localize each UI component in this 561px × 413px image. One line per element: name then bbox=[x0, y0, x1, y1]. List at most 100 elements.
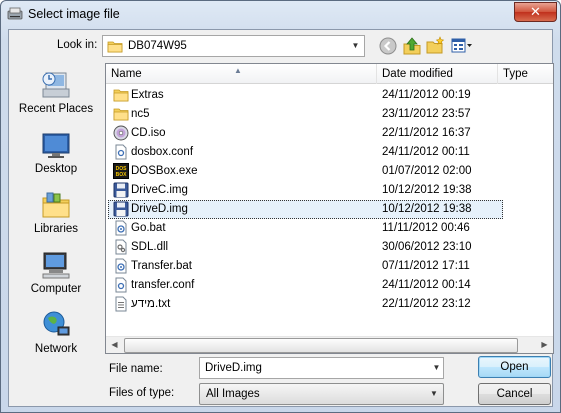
libraries-icon bbox=[42, 192, 70, 218]
file-row[interactable]: CD.iso 22/11/2012 16:37 bbox=[106, 124, 553, 143]
look-in-dropdown[interactable]: DB074W95 ▼ bbox=[102, 35, 365, 57]
place-desktop[interactable]: Desktop bbox=[11, 127, 101, 185]
close-button[interactable]: ✕ bbox=[514, 2, 557, 22]
file-date: 07/11/2012 17:11 bbox=[382, 260, 470, 272]
desktop-icon bbox=[42, 133, 70, 158]
column-type[interactable]: Type bbox=[498, 64, 553, 84]
dialog-body: Look in: DB074W95 ▼ Recent Places Deskto… bbox=[8, 29, 554, 407]
place-label: Desktop bbox=[34, 163, 78, 175]
folder-icon bbox=[107, 41, 123, 53]
column-name-label: Name bbox=[111, 68, 142, 80]
file-name: SDL.dll bbox=[131, 241, 169, 253]
floppy-icon bbox=[113, 201, 129, 217]
folder-icon bbox=[113, 108, 129, 121]
places-bar: Recent Places Desktop Libraries Computer… bbox=[11, 63, 101, 355]
horizontal-scrollbar[interactable]: ◀ ▶ bbox=[106, 336, 553, 353]
title-bar[interactable]: Select image file ✕ bbox=[1, 1, 560, 29]
column-header: Name ▲ Date modified Type bbox=[106, 64, 553, 84]
file-rows: Extras 24/11/2012 00:19 nc5 23/11/2012 2… bbox=[106, 86, 553, 314]
folder-icon bbox=[113, 89, 129, 102]
file-date: 24/11/2012 00:11 bbox=[382, 146, 470, 158]
dialog-window: Select image file ✕ Look in: DB074W95 ▼ bbox=[0, 0, 561, 413]
file-date: 23/11/2012 23:57 bbox=[382, 108, 471, 120]
back-icon[interactable] bbox=[378, 36, 398, 56]
dll-file-icon bbox=[115, 239, 127, 255]
cancel-button[interactable]: Cancel bbox=[478, 383, 551, 405]
file-row[interactable]: nc5 23/11/2012 23:57 bbox=[106, 105, 553, 124]
file-row[interactable]: DriveC.img 10/12/2012 19:38 bbox=[106, 181, 553, 200]
file-row[interactable]: SDL.dll 30/06/2012 23:10 bbox=[106, 238, 553, 257]
window-title: Select image file bbox=[28, 7, 120, 21]
file-date: 01/07/2012 02:00 bbox=[382, 165, 472, 177]
file-row[interactable]: מידע.txt 22/11/2012 23:12 bbox=[106, 295, 553, 314]
file-name: CD.iso bbox=[131, 127, 166, 139]
files-of-type-value: All Images bbox=[206, 388, 260, 400]
file-name: Transfer.bat bbox=[131, 260, 192, 272]
look-in-label: Look in: bbox=[57, 39, 98, 51]
file-name: DriveC.img bbox=[131, 184, 188, 196]
disc-icon bbox=[113, 125, 129, 141]
files-of-type-label: Files of type: bbox=[109, 387, 175, 399]
file-row[interactable]: Extras 24/11/2012 00:19 bbox=[106, 86, 553, 105]
scroll-left-icon[interactable]: ◀ bbox=[106, 337, 123, 353]
column-date-modified[interactable]: Date modified bbox=[377, 64, 498, 84]
computer-icon bbox=[42, 252, 70, 279]
new-folder-icon[interactable] bbox=[425, 36, 445, 56]
text-file-icon bbox=[115, 296, 127, 312]
file-date: 24/11/2012 00:14 bbox=[382, 279, 471, 291]
place-computer[interactable]: Computer bbox=[11, 247, 101, 305]
scroll-right-icon[interactable]: ▶ bbox=[536, 337, 553, 353]
chevron-down-icon[interactable]: ▼ bbox=[430, 358, 443, 378]
dosbox-icon: DOSBOX bbox=[113, 163, 129, 179]
file-date: 22/11/2012 23:12 bbox=[382, 298, 471, 310]
file-row[interactable]: DOS BOX DOSBox.exe 01/07/2012 02:00 bbox=[106, 162, 553, 181]
up-folder-icon[interactable] bbox=[402, 36, 422, 56]
file-name-label: File name: bbox=[109, 363, 163, 375]
batch-file-icon bbox=[115, 258, 127, 274]
place-label: Recent Places bbox=[18, 103, 94, 115]
files-of-type-dropdown[interactable]: All Images ▼ bbox=[199, 383, 444, 405]
file-name: DOSBox.exe bbox=[131, 165, 198, 177]
config-file-icon bbox=[115, 144, 127, 160]
recent-places-icon bbox=[42, 72, 70, 98]
file-date: 22/11/2012 16:37 bbox=[382, 127, 471, 139]
network-icon bbox=[43, 311, 70, 336]
place-libraries[interactable]: Libraries bbox=[11, 187, 101, 245]
batch-file-icon bbox=[115, 220, 127, 236]
sort-ascending-icon: ▲ bbox=[234, 66, 242, 75]
file-date: 11/11/2012 00:46 bbox=[382, 222, 470, 234]
file-name: Extras bbox=[131, 89, 164, 101]
file-date: 30/06/2012 23:10 bbox=[382, 241, 472, 253]
column-name[interactable]: Name ▲ bbox=[106, 64, 377, 84]
file-name: dosbox.conf bbox=[131, 146, 194, 158]
config-file-icon bbox=[115, 277, 127, 293]
file-date: 10/12/2012 19:38 bbox=[382, 203, 472, 215]
file-row[interactable]: dosbox.conf 24/11/2012 00:11 bbox=[106, 143, 553, 162]
file-row-selected[interactable]: DriveD.img 10/12/2012 19:38 bbox=[106, 200, 553, 219]
floppy-icon bbox=[113, 182, 129, 198]
file-name: nc5 bbox=[131, 108, 150, 120]
file-row[interactable]: transfer.conf 24/11/2012 00:14 bbox=[106, 276, 553, 295]
file-row[interactable]: Transfer.bat 07/11/2012 17:11 bbox=[106, 257, 553, 276]
look-in-value: DB074W95 bbox=[128, 40, 187, 52]
file-date: 24/11/2012 00:19 bbox=[382, 89, 471, 101]
place-label: Network bbox=[34, 343, 78, 355]
views-menu-icon[interactable] bbox=[450, 36, 474, 56]
place-recent-places[interactable]: Recent Places bbox=[11, 67, 101, 125]
file-list[interactable]: Name ▲ Date modified Type Extras 24/11/2… bbox=[105, 63, 554, 354]
file-name: מידע.txt bbox=[131, 298, 171, 310]
svg-text:BOX: BOX bbox=[116, 172, 128, 178]
chevron-down-icon[interactable]: ▼ bbox=[427, 384, 441, 404]
file-name: transfer.conf bbox=[131, 279, 195, 291]
scrollbar-thumb[interactable] bbox=[124, 338, 518, 353]
open-button[interactable]: Open bbox=[478, 356, 551, 378]
file-row[interactable]: Go.bat 11/11/2012 00:46 bbox=[106, 219, 553, 238]
chevron-down-icon[interactable]: ▼ bbox=[347, 36, 364, 56]
app-icon bbox=[7, 7, 23, 20]
place-network[interactable]: Network bbox=[11, 307, 101, 365]
file-name-input[interactable] bbox=[199, 357, 444, 379]
file-name: DriveD.img bbox=[131, 203, 188, 215]
place-label: Computer bbox=[30, 283, 82, 295]
place-label: Libraries bbox=[33, 223, 79, 235]
file-date: 10/12/2012 19:38 bbox=[382, 184, 472, 196]
